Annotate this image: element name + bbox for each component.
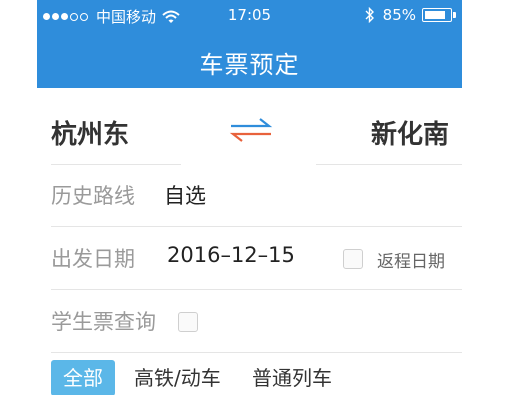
history-route-value[interactable]: 自选: [164, 180, 206, 210]
tab-regular-train[interactable]: 普通列车: [252, 360, 332, 395]
status-right: 85%: [365, 6, 456, 24]
battery-level: [425, 11, 445, 19]
row-divider: [51, 352, 462, 353]
swap-arrows-icon: [229, 118, 273, 142]
history-route-label: 历史路线: [51, 184, 135, 208]
return-date-checkbox[interactable]: [343, 249, 363, 269]
battery-percent: 85%: [382, 6, 416, 24]
train-type-tabs: 全部 高铁/动车 普通列车: [37, 358, 462, 395]
to-station[interactable]: 新化南: [371, 114, 449, 151]
booking-form: 杭州东 新化南 历史路线 自选 出发日期 2016–12–15 返程日期 学生票…: [37, 88, 462, 395]
tab-high-speed[interactable]: 高铁/动车: [134, 360, 221, 395]
phone-screen: 中国移动 17:05 85% 车票预定 杭州东 新化南 历史路线 自选 出发日期…: [37, 0, 462, 395]
swap-arrow-top: [231, 118, 273, 128]
history-route-row[interactable]: 历史路线 自选: [37, 164, 462, 227]
tab-all[interactable]: 全部: [51, 360, 115, 395]
nav-bar: 车票预定: [37, 32, 462, 88]
swap-arrow-bottom: [229, 132, 271, 142]
battery-icon: [422, 8, 456, 22]
status-bar: 中国移动 17:05 85%: [37, 0, 462, 32]
bluetooth-icon: [365, 7, 374, 23]
student-ticket-label: 学生票查询: [51, 310, 156, 334]
return-date-label[interactable]: 返程日期: [377, 247, 445, 272]
swap-stations-button[interactable]: [229, 116, 273, 144]
departure-date-row[interactable]: 出发日期 2016–12–15 返程日期: [37, 227, 462, 290]
departure-date-label: 出发日期: [51, 247, 135, 271]
from-station[interactable]: 杭州东: [51, 114, 129, 151]
departure-date-value[interactable]: 2016–12–15: [167, 243, 295, 267]
student-ticket-row[interactable]: 学生票查询: [37, 290, 462, 353]
page-title: 车票预定: [199, 51, 300, 79]
student-ticket-checkbox[interactable]: [178, 312, 198, 332]
battery-nub: [453, 12, 456, 18]
